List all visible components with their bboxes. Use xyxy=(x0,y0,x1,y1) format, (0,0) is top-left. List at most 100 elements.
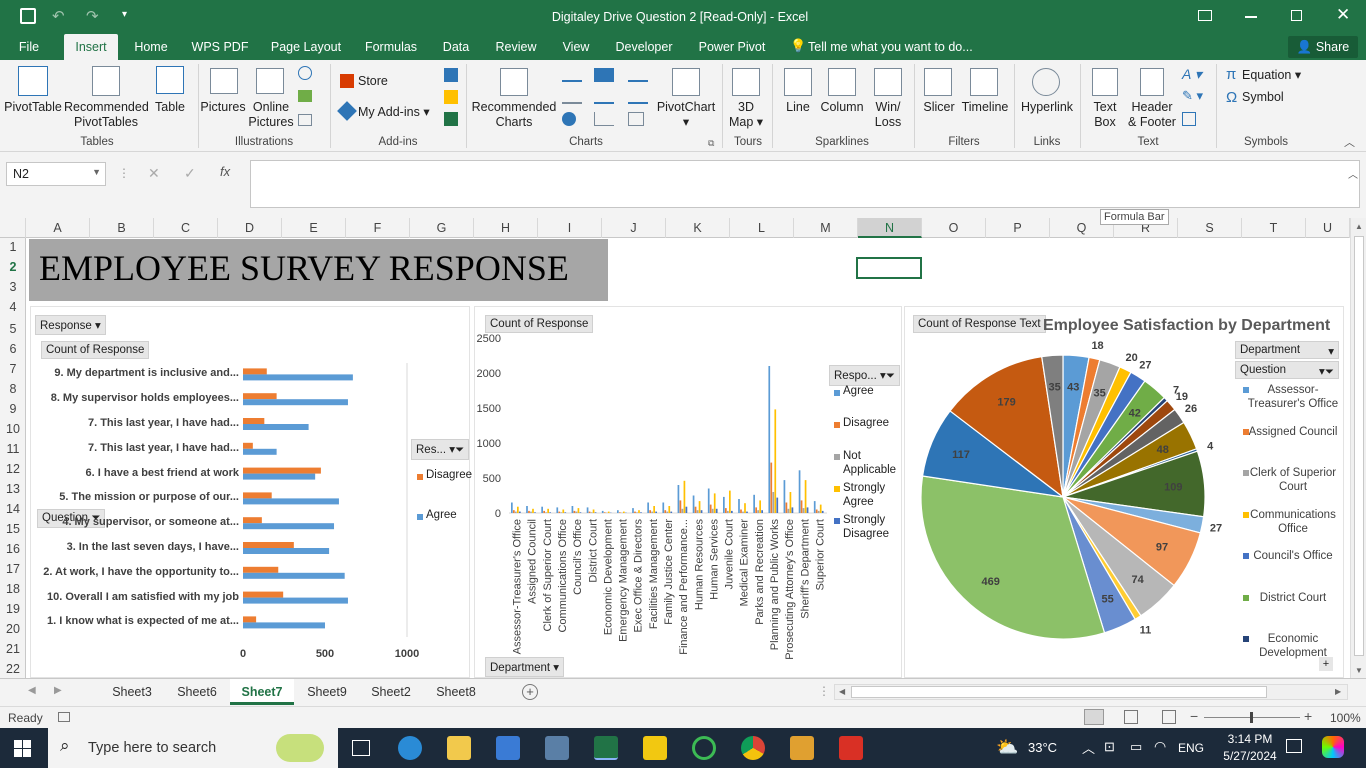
pivottable-button[interactable]: PivotTable xyxy=(4,100,62,115)
column-header[interactable]: P xyxy=(986,218,1050,238)
header-footer-button[interactable]: Header & Footer xyxy=(1124,100,1180,130)
weather-icon[interactable]: ⛅ xyxy=(996,737,1018,758)
macro-recording-icon[interactable] xyxy=(58,712,70,722)
statistic-chart-icon[interactable] xyxy=(594,90,614,104)
notifications-icon[interactable] xyxy=(1286,739,1302,753)
ribbon-display-icon[interactable] xyxy=(1198,10,1212,21)
wordart-icon[interactable]: A ▾ xyxy=(1182,66,1202,83)
hyperlink-button[interactable]: Hyperlink xyxy=(1018,100,1076,115)
recommended-pivottables-button[interactable]: Recommended PivotTables xyxy=(64,100,149,130)
minimize-icon[interactable] xyxy=(1245,16,1257,18)
scroll-right-icon[interactable]: ▶ xyxy=(1335,687,1341,696)
name-box[interactable]: N2 ▼ xyxy=(6,162,106,186)
pivot-chart-departments[interactable]: Count of Response Department ▾ Respo... … xyxy=(474,306,902,678)
tab-wps-pdf[interactable]: WPS PDF xyxy=(188,34,252,60)
row-header[interactable]: 22 xyxy=(0,662,26,676)
column-header[interactable]: F xyxy=(346,218,410,238)
row-header[interactable]: 5 xyxy=(0,322,26,336)
network-icon[interactable]: ⊡ xyxy=(1104,739,1115,755)
zoom-slider[interactable] xyxy=(1204,712,1300,723)
sparkline-winloss-button[interactable]: Win/Loss xyxy=(868,100,908,130)
row-header[interactable]: 15 xyxy=(0,522,26,536)
scatter-chart-icon[interactable] xyxy=(594,112,614,126)
edge-icon[interactable] xyxy=(398,736,422,760)
row-header[interactable]: 6 xyxy=(0,342,26,356)
close-icon[interactable]: ✕ xyxy=(1336,5,1350,25)
page-break-view-icon[interactable] xyxy=(1162,710,1176,724)
worksheet-grid[interactable]: EMPLOYEE SURVEY RESPONSE Response ▾ Coun… xyxy=(26,238,1350,678)
tab-power-pivot[interactable]: Power Pivot xyxy=(692,34,772,60)
sheet-tab-sheet7[interactable]: Sheet7 xyxy=(230,679,294,705)
smartart-icon[interactable] xyxy=(298,90,312,102)
column-header[interactable]: A xyxy=(26,218,90,238)
pie-chart-icon[interactable] xyxy=(562,112,576,126)
column-header[interactable]: C xyxy=(154,218,218,238)
app-ring-icon[interactable] xyxy=(692,736,716,760)
row-header[interactable]: 12 xyxy=(0,462,26,476)
share-button[interactable]: 👤 Share xyxy=(1288,36,1358,58)
column-header[interactable]: D xyxy=(218,218,282,238)
row-header[interactable]: 20 xyxy=(0,622,26,636)
excel-icon[interactable] xyxy=(594,736,618,760)
sparkline-line-button[interactable]: Line xyxy=(778,100,818,115)
scroll-thumb[interactable] xyxy=(1354,236,1364,656)
new-sheet-icon[interactable]: + xyxy=(522,684,538,700)
column-header[interactable]: U xyxy=(1306,218,1350,238)
horizontal-scroll-thumb[interactable] xyxy=(851,686,1267,698)
scroll-left-icon[interactable]: ◀ xyxy=(839,687,845,696)
column-header[interactable]: H xyxy=(474,218,538,238)
wps-icon[interactable] xyxy=(839,736,863,760)
tab-data[interactable]: Data xyxy=(436,34,476,60)
select-all-corner[interactable] xyxy=(0,218,26,238)
pivot-chart-questions[interactable]: Response ▾ Count of Response Question ⏷ … xyxy=(30,306,472,678)
taskbar-search-box[interactable]: ⌕ Type here to search xyxy=(48,728,338,768)
visio-icon[interactable] xyxy=(444,68,458,82)
row-header[interactable]: 4 xyxy=(0,300,26,314)
pivotchart-button[interactable]: PivotChart ▾ xyxy=(652,100,720,130)
object-icon[interactable] xyxy=(1182,112,1196,126)
row-header[interactable]: 16 xyxy=(0,542,26,556)
equation-button[interactable]: Equation ▾ xyxy=(1242,68,1301,83)
expand-field-button-icon[interactable]: + xyxy=(1319,657,1333,671)
slicer-button[interactable]: Slicer xyxy=(918,100,960,115)
restore-icon[interactable] xyxy=(1291,10,1302,21)
windows-start-icon[interactable] xyxy=(14,740,31,757)
column-header[interactable]: G xyxy=(410,218,474,238)
horizontal-scrollbar[interactable]: ◀ ▶ xyxy=(834,684,1348,700)
tools-icon[interactable] xyxy=(790,736,814,760)
tab-developer[interactable]: Developer xyxy=(608,34,680,60)
line-chart-icon[interactable] xyxy=(562,90,582,104)
cancel-icon[interactable]: ✕ xyxy=(148,165,160,182)
row-header[interactable]: 14 xyxy=(0,502,26,516)
table-button[interactable]: Table xyxy=(150,100,190,115)
scroll-up-icon[interactable]: ▲ xyxy=(1355,222,1363,231)
zoom-in-icon[interactable]: + xyxy=(1304,708,1312,724)
department-field-button[interactable]: Department ▾ xyxy=(1235,341,1339,359)
formula-input[interactable] xyxy=(250,160,1360,208)
copilot-icon[interactable] xyxy=(1322,736,1344,758)
page-layout-view-icon[interactable] xyxy=(1124,710,1138,724)
row-header[interactable]: 1 xyxy=(0,240,26,254)
undo-icon[interactable]: ↶ xyxy=(52,7,65,25)
sparkline-column-button[interactable]: Column xyxy=(818,100,866,115)
symbol-button[interactable]: Symbol xyxy=(1242,90,1284,105)
tab-view[interactable]: View xyxy=(556,34,596,60)
bing-maps-icon[interactable] xyxy=(444,90,458,104)
my-addins-button[interactable]: My Add-ins ▾ xyxy=(358,105,430,120)
tab-home[interactable]: Home xyxy=(128,34,174,60)
pictures-button[interactable]: Pictures xyxy=(200,100,246,115)
row-header[interactable]: 8 xyxy=(0,382,26,396)
save-icon[interactable] xyxy=(20,8,36,24)
shapes-icon[interactable] xyxy=(298,66,312,80)
column-header[interactable]: L xyxy=(730,218,794,238)
customize-qat-icon[interactable]: ▾ xyxy=(122,9,127,20)
collapse-ribbon-icon[interactable]: ︿ xyxy=(1344,134,1355,150)
tab-formulas[interactable]: Formulas xyxy=(358,34,424,60)
waterfall-chart-icon[interactable] xyxy=(628,90,648,104)
column-header[interactable]: O xyxy=(922,218,986,238)
row-header[interactable]: 2 xyxy=(0,260,26,274)
zoom-slider-thumb[interactable] xyxy=(1250,712,1253,723)
language-indicator[interactable]: ENG xyxy=(1178,741,1204,755)
tab-split-handle-icon[interactable]: ⋮ xyxy=(818,684,830,698)
zoom-out-icon[interactable]: − xyxy=(1190,708,1198,724)
